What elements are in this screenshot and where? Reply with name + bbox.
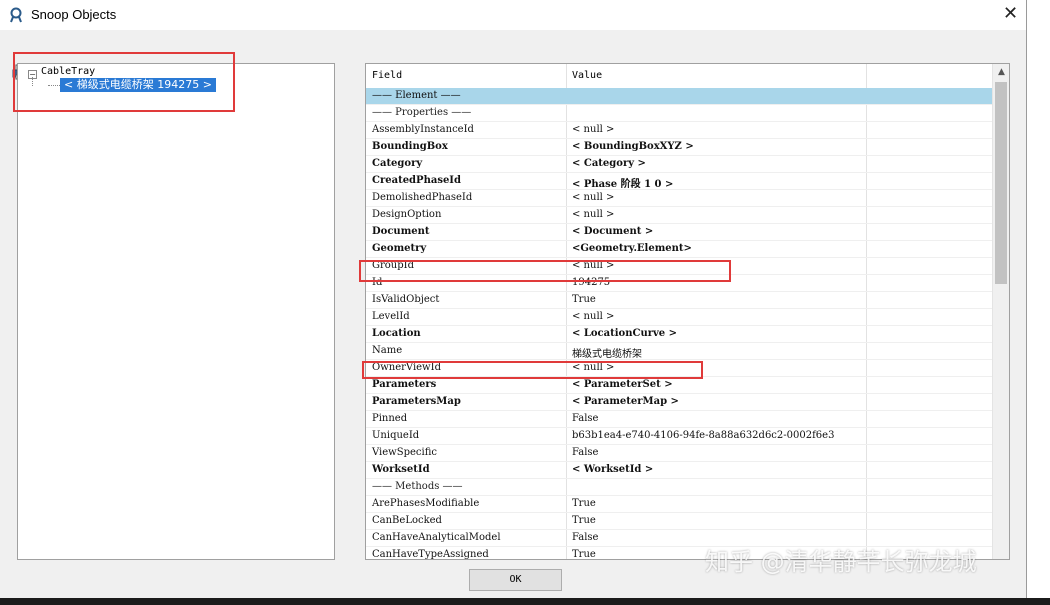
close-button[interactable]: ✕ [995,0,1026,30]
scroll-thumb[interactable] [995,82,1007,284]
background-bottom [0,598,1050,605]
grid-field-cell: Location [372,328,421,339]
grid-field-cell: Document [372,226,430,237]
grid-row[interactable]: Document < Document > [366,224,992,241]
grid-row[interactable]: ParametersMap < ParameterMap > [366,394,992,411]
grid-row[interactable]: Parameters < ParameterSet > [366,377,992,394]
title-bar: Snoop Objects ✕ [0,0,1026,30]
grid-field-cell: —— Methods —— [372,481,463,492]
grid-value-cell: 梯级式电缆桥架 [572,349,642,360]
grid-value-cell: False [572,447,599,458]
grid-field-cell: BoundingBox [372,141,448,152]
ok-button[interactable]: OK [469,569,562,591]
grid-header: Field Value [366,64,992,89]
grid-field-cell: Name [372,345,403,356]
column-header-value[interactable]: Value [572,70,602,81]
grid-value-cell: < WorksetId > [572,464,654,475]
grid-value-cell: False [572,532,599,543]
grid-field-cell: CanBeLocked [372,515,442,526]
grid-field-cell: CreatedPhaseId [372,175,461,186]
grid-field-cell: —— Element —— [372,90,461,101]
grid-value-cell: < ParameterSet > [572,379,673,390]
window-title: Snoop Objects [31,7,117,22]
grid-row[interactable]: ViewSpecific False [366,445,992,462]
grid-value-cell: < ParameterMap > [572,396,679,407]
grid-value-cell: True [572,515,596,526]
grid-field-cell: LevelId [372,311,410,322]
grid-value-cell: < null > [572,209,615,220]
grid-row[interactable]: IsValidObject True [366,292,992,309]
grid-value-cell: < Document > [572,226,654,237]
grid-value-cell: False [572,413,599,424]
grid-field-cell: UniqueId [372,430,420,441]
grid-row[interactable]: Name 梯级式电缆桥架 [366,343,992,360]
grid-rows: —— Element —— —— Properties —— AssemblyIn… [366,88,992,560]
grid-row[interactable]: CanBeLocked True [366,513,992,530]
grid-row[interactable]: LevelId < null > [366,309,992,326]
annotation-box-parameters-row [362,361,703,379]
snoop-app-icon [10,7,22,23]
grid-row[interactable]: WorksetId < WorksetId > [366,462,992,479]
toolbar [0,30,1026,80]
grid-value-cell: True [572,549,596,560]
grid-field-cell: IsValidObject [372,294,440,305]
grid-field-cell: AssemblyInstanceId [372,124,474,135]
annotation-box-tree-item [13,52,235,112]
grid-value-cell: < Phase 阶段 1 0 > [572,179,674,190]
grid-row[interactable]: Pinned False [366,411,992,428]
grid-section-row[interactable]: —— Element —— [366,88,992,105]
grid-field-cell: ParametersMap [372,396,461,407]
grid-value-cell: b63b1ea4-e740-4106-94fe-8a88a632d6c2-000… [572,430,835,441]
background-right [1027,0,1050,598]
grid-section-row[interactable]: —— Properties —— [366,105,992,122]
grid-row[interactable]: BoundingBox < BoundingBoxXYZ > [366,139,992,156]
grid-row[interactable]: Category < Category > [366,156,992,173]
grid-row[interactable]: DemolishedPhaseId < null > [366,190,992,207]
grid-field-cell: CanHaveAnalyticalModel [372,532,501,543]
grid-field-cell: —— Properties —— [372,107,472,118]
grid-value-cell: < BoundingBoxXYZ > [572,141,694,152]
column-header-field[interactable]: Field [372,70,402,81]
grid-field-cell: WorksetId [372,464,430,475]
annotation-box-id-row [359,260,731,282]
grid-value-cell: <Geometry.Element> [572,243,692,254]
grid-row[interactable]: AssemblyInstanceId < null > [366,122,992,139]
grid-row[interactable]: UniqueId b63b1ea4-e740-4106-94fe-8a88a632… [366,428,992,445]
vertical-scrollbar[interactable]: ▲ [992,64,1009,559]
grid-field-cell: DesignOption [372,209,442,220]
object-tree[interactable]: − CableTray < 梯级式电缆桥架 194275 > [17,63,335,560]
grid-row[interactable]: Location < LocationCurve > [366,326,992,343]
grid-value-cell: True [572,498,596,509]
grid-field-cell: Parameters [372,379,437,390]
grid-row[interactable]: Geometry <Geometry.Element> [366,241,992,258]
watermark: 知乎 @清华静芊长弥龙城 [705,548,977,576]
grid-value-cell: < null > [572,124,615,135]
grid-value-cell: < null > [572,192,615,203]
grid-value-cell: < Category > [572,158,646,169]
grid-value-cell: < LocationCurve > [572,328,678,339]
grid-section-row[interactable]: —— Methods —— [366,479,992,496]
grid-row[interactable]: DesignOption < null > [366,207,992,224]
grid-field-cell: Pinned [372,413,408,424]
grid-row[interactable]: CreatedPhaseId < Phase 阶段 1 0 > [366,173,992,190]
grid-field-cell: Geometry [372,243,427,254]
grid-field-cell: Category [372,158,423,169]
scroll-up-icon[interactable]: ▲ [993,64,1009,81]
property-grid: Field Value —— Element —— —— Properties … [365,63,1010,560]
grid-value-cell: < null > [572,311,615,322]
grid-row[interactable]: ArePhasesModifiable True [366,496,992,513]
grid-field-cell: DemolishedPhaseId [372,192,473,203]
grid-field-cell: ArePhasesModifiable [372,498,480,509]
grid-field-cell: CanHaveTypeAssigned [372,549,489,560]
grid-value-cell: True [572,294,596,305]
grid-field-cell: ViewSpecific [372,447,437,458]
